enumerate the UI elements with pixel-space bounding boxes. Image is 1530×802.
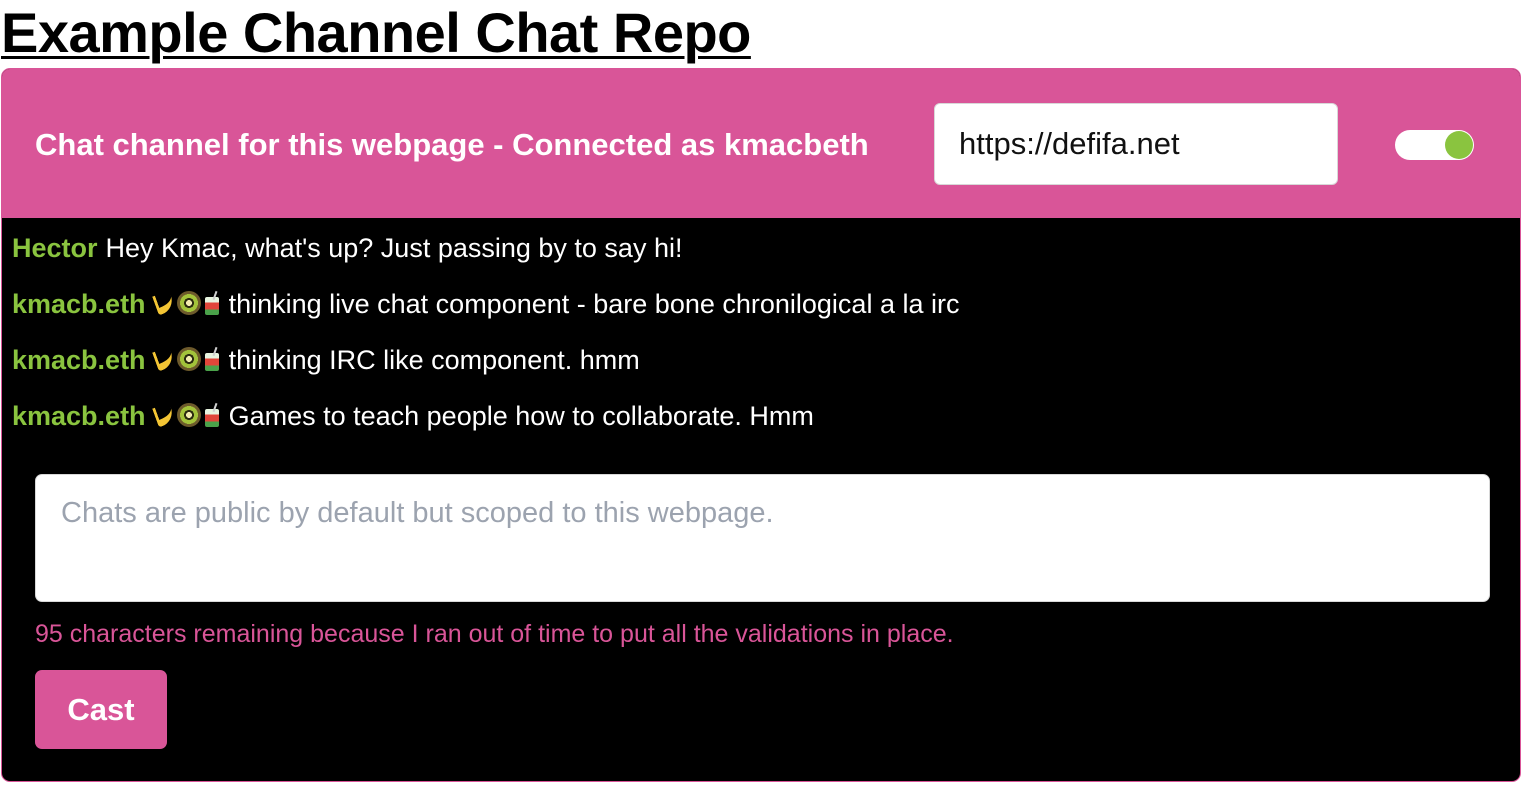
chat-header: Chat channel for this webpage - Connecte… [2, 69, 1520, 218]
message-author: Hector [12, 233, 98, 263]
author-emoji-group [152, 347, 221, 371]
characters-remaining-note: 95 characters remaining because I ran ou… [35, 620, 954, 648]
author-emoji-group [152, 403, 221, 427]
chat-message: kmacb.eth Games to teach people how to co… [12, 395, 1502, 451]
message-text: thinking live chat component - bare bone… [228, 289, 960, 319]
chat-message: kmacb.eth thinking live chat component - … [12, 283, 1502, 339]
cast-button[interactable]: Cast [35, 670, 167, 749]
toggle-knob [1445, 131, 1473, 159]
drink-icon [204, 347, 221, 371]
chat-message: Hector Hey Kmac, what's up? Just passing … [12, 227, 1502, 283]
message-author: kmacb.eth [12, 289, 146, 319]
kiwi-icon [176, 291, 201, 315]
message-list: Hector Hey Kmac, what's up? Just passing … [12, 227, 1502, 451]
message-author: kmacb.eth [12, 401, 146, 431]
channel-url-input[interactable] [934, 103, 1338, 185]
message-text: Games to teach people how to collaborate… [228, 401, 814, 431]
chat-message: kmacb.eth thinking IRC like component. hm… [12, 339, 1502, 395]
channel-toggle[interactable] [1395, 130, 1474, 160]
message-text: thinking IRC like component. hmm [228, 345, 640, 375]
channel-connection-label: Chat channel for this webpage - Connecte… [35, 127, 869, 162]
banana-icon [152, 291, 176, 315]
message-text: Hey Kmac, what's up? Just passing by to … [105, 233, 683, 263]
banana-icon [152, 347, 176, 371]
drink-icon [204, 291, 221, 315]
chat-widget: Chat channel for this webpage - Connecte… [1, 68, 1521, 782]
author-emoji-group [152, 291, 221, 315]
chat-message-input[interactable] [35, 474, 1490, 602]
message-author: kmacb.eth [12, 345, 146, 375]
page-title: Example Channel Chat Repo [1, 1, 751, 64]
banana-icon [152, 403, 176, 427]
kiwi-icon [176, 403, 201, 427]
drink-icon [204, 403, 221, 427]
kiwi-icon [176, 347, 201, 371]
